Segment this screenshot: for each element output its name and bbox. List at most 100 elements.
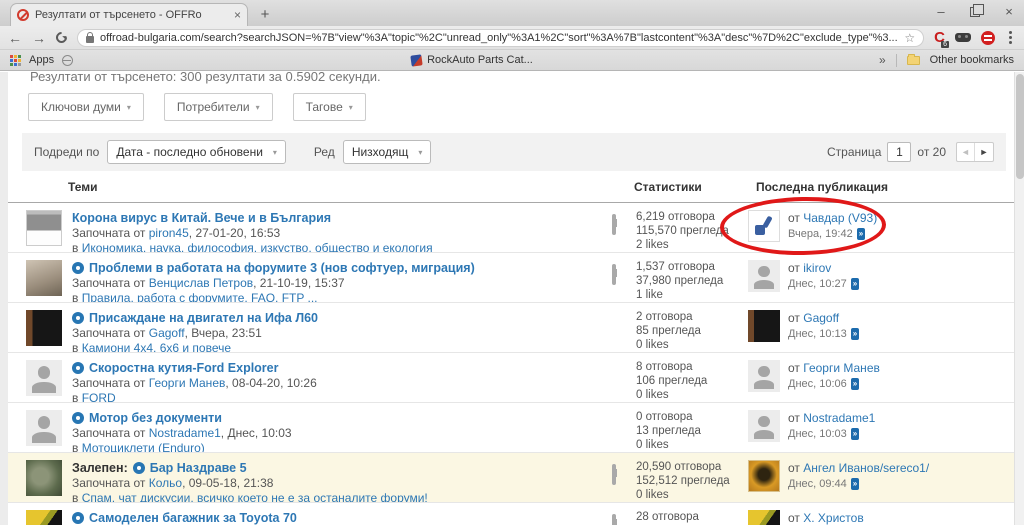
lastpost-avatar[interactable]: [748, 310, 780, 342]
topic-title-link[interactable]: Самоделен багажник за Toyota 70: [89, 510, 297, 525]
go-to-last-post-icon[interactable]: »: [856, 228, 866, 240]
rockauto-bookmark[interactable]: RockAuto Parts Cat...: [410, 53, 533, 67]
unread-icon[interactable]: [72, 312, 84, 324]
extension-colorzilla-icon[interactable]: C6: [934, 29, 949, 48]
topic-author-link[interactable]: Кольо: [149, 476, 182, 490]
go-to-last-post-icon[interactable]: »: [850, 428, 860, 440]
topic-title-link[interactable]: Проблеми в работата на форумите 3 (нов с…: [89, 260, 475, 276]
lastpost-avatar[interactable]: [748, 460, 780, 492]
unread-icon[interactable]: [72, 412, 84, 424]
views-count: 85 прегледа: [636, 325, 701, 337]
forum-link[interactable]: Спам, чат дискусии, всичко което не е за…: [82, 491, 428, 502]
lastpost-author-link[interactable]: Ангел Иванов/sereco1/: [803, 461, 929, 475]
topic-title-link[interactable]: Присаждане на двигател на Ифа Л60: [89, 310, 318, 326]
filter-users-button[interactable]: Потребители ▾: [163, 93, 273, 121]
browser-tab[interactable]: Резултати от търсенето - OFFRo ×: [10, 3, 248, 26]
topic-author-link[interactable]: Георги Манев: [149, 376, 226, 390]
views-count: 152,512 прегледа: [636, 475, 730, 487]
filter-keywords-button[interactable]: Ключови думи ▾: [28, 93, 144, 121]
unread-icon[interactable]: [72, 512, 84, 524]
lastpost-avatar[interactable]: [748, 210, 780, 242]
browser-menu-icon[interactable]: [1005, 31, 1016, 44]
lastpost-avatar[interactable]: [748, 510, 780, 525]
topic-avatar[interactable]: [26, 310, 62, 346]
sort-by-select[interactable]: Дата - последно обновени ▾: [107, 140, 286, 164]
lastpost-avatar[interactable]: [748, 260, 780, 292]
window-restore-button[interactable]: [970, 3, 984, 17]
go-to-last-post-icon[interactable]: »: [850, 328, 860, 340]
new-tab-button[interactable]: +: [252, 7, 278, 24]
topic-author-link[interactable]: piron45: [149, 226, 189, 240]
topic-date: , 21-10-19, 15:37: [253, 276, 345, 290]
topic-title-link[interactable]: Мотор без документи: [89, 410, 222, 426]
lastpost-author-link[interactable]: ikirov: [803, 261, 831, 275]
forum-link[interactable]: Икономика, наука, философия, изкуство, о…: [82, 241, 433, 252]
likes-count: 0 likes: [636, 389, 669, 401]
filter-tags-button[interactable]: Тагове ▾: [292, 93, 366, 121]
lastpost-author-link[interactable]: Nostradame1: [803, 411, 875, 425]
window-minimize-button[interactable]: –: [934, 4, 948, 19]
lastpost-avatar[interactable]: [748, 410, 780, 442]
reload-icon[interactable]: [53, 29, 70, 46]
go-to-last-post-icon[interactable]: »: [850, 378, 860, 390]
topic-author-link[interactable]: Nostradame1: [149, 426, 221, 440]
tab-close-icon[interactable]: ×: [234, 8, 241, 22]
url-text[interactable]: offroad-bulgaria.com/search?searchJSON=%…: [100, 32, 898, 44]
results-rows: Корона вирус в Китай. Вече и в България …: [8, 195, 1014, 525]
lastpost-author-link[interactable]: Георги Манев: [803, 361, 880, 375]
topic-author-link[interactable]: Gagoff: [149, 326, 185, 340]
lastpost-author-link[interactable]: Gagoff: [803, 311, 839, 325]
vertical-scrollbar[interactable]: [1014, 72, 1024, 525]
topic-avatar[interactable]: [26, 260, 62, 296]
topic-author-link[interactable]: Венцислав Петров: [149, 276, 253, 290]
unread-icon[interactable]: [72, 262, 84, 274]
go-to-last-post-icon[interactable]: »: [850, 478, 860, 490]
other-bookmarks[interactable]: Other bookmarks: [930, 54, 1014, 66]
lastpost-author-link[interactable]: Чавдар (V93): [803, 211, 877, 225]
bookmark-star-icon[interactable]: ☆: [904, 31, 915, 45]
forum-link[interactable]: FORD: [82, 391, 116, 402]
lastpost-author-link[interactable]: Х. Христов: [803, 511, 863, 525]
topic-avatar[interactable]: [26, 410, 62, 446]
prev-page-button[interactable]: ◄: [957, 143, 975, 161]
forum-link[interactable]: Правила, работа с форумите, FAQ, FTP ...: [82, 291, 318, 302]
views-count: 106 прегледа: [636, 375, 708, 387]
table-row: Скоростна кутия-Ford Explorer Започната …: [8, 353, 1014, 403]
go-to-last-post-icon[interactable]: »: [850, 278, 860, 290]
page-number-input[interactable]: [887, 142, 912, 162]
extension-mask-icon[interactable]: [955, 33, 971, 42]
topic-avatar[interactable]: [26, 460, 62, 496]
search-filters: Ключови думи ▾ Потребители ▾ Тагове ▾: [28, 93, 1014, 121]
unread-icon[interactable]: [132, 462, 145, 474]
bookmarks-overflow-icon[interactable]: »: [879, 53, 886, 67]
lastpost-time: Днес, 10:13: [788, 328, 847, 340]
window-close-button[interactable]: ×: [1002, 4, 1016, 19]
topic-title-link[interactable]: Скоростна кутия-Ford Explorer: [89, 360, 279, 376]
forum-link[interactable]: Камиони 4x4, 6x6 и повече: [82, 341, 231, 352]
topic-stats: 8 отговора 106 прегледа 0 likes: [612, 360, 748, 402]
forward-icon[interactable]: →: [32, 30, 46, 46]
scrollbar-thumb[interactable]: [1016, 74, 1024, 179]
globe-bookmark-icon[interactable]: [62, 54, 74, 66]
extension-adblock-icon[interactable]: [981, 30, 995, 45]
topic-avatar[interactable]: [26, 360, 62, 396]
sort-bar: Подреди по Дата - последно обновени ▾ Ре…: [22, 133, 1006, 171]
from-label: от: [788, 461, 800, 475]
back-icon[interactable]: ←: [8, 30, 22, 46]
topic-title-link[interactable]: Корона вирус в Китай. Вече и в България: [72, 210, 331, 226]
unread-icon[interactable]: [72, 362, 84, 374]
column-header-lastpost: Последна публикация: [756, 180, 888, 194]
forum-link[interactable]: Мотоциклети (Enduro): [82, 441, 205, 452]
started-by-label: Започната от: [72, 326, 146, 340]
apps-bookmark[interactable]: Apps: [29, 54, 54, 66]
next-page-button[interactable]: ►: [975, 143, 993, 161]
topic-avatar[interactable]: [26, 510, 62, 525]
address-bar[interactable]: offroad-bulgaria.com/search?searchJSON=%…: [77, 28, 925, 47]
order-select[interactable]: Низходящ ▾: [342, 140, 432, 164]
apps-grid-icon[interactable]: [10, 54, 21, 66]
views-count: 13 прегледа: [636, 425, 701, 437]
column-header-topics: Теми: [68, 180, 98, 194]
lastpost-avatar[interactable]: [748, 360, 780, 392]
topic-title-link[interactable]: Бар Наздраве 5: [150, 460, 247, 476]
topic-avatar[interactable]: [26, 210, 62, 246]
